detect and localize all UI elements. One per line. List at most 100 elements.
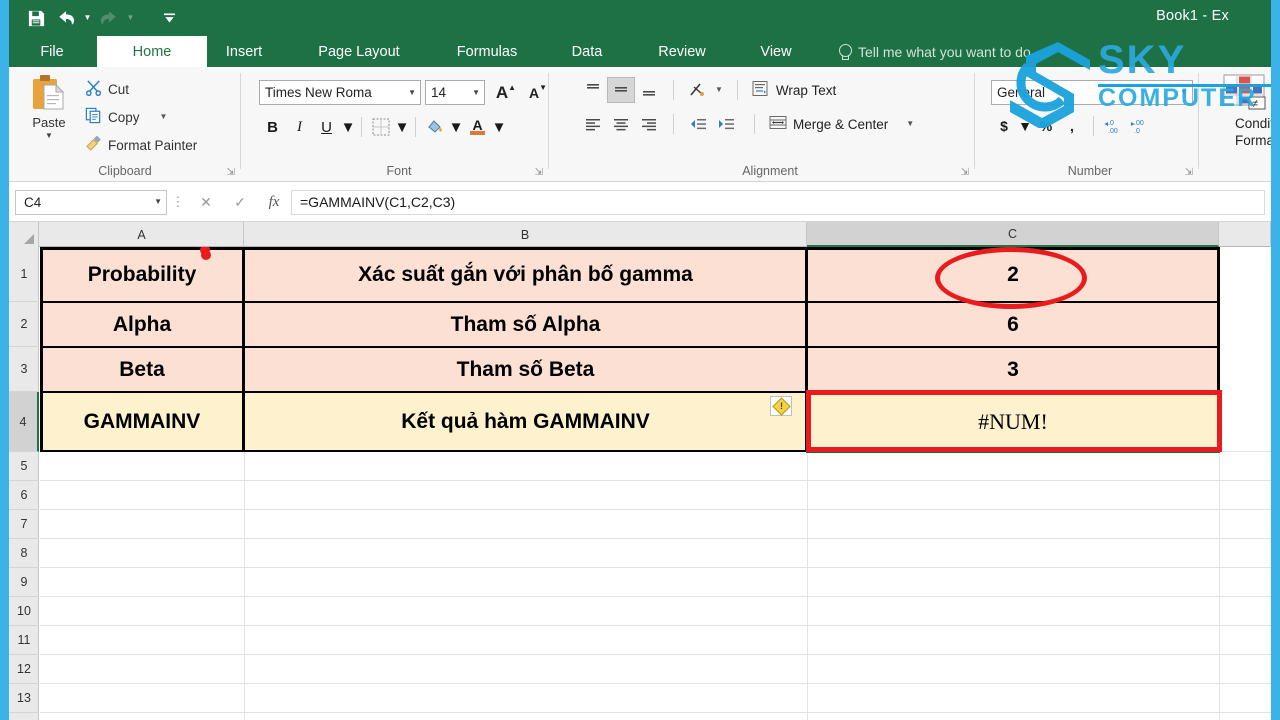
tab-review[interactable]: Review (635, 36, 729, 67)
tab-formulas[interactable]: Formulas (437, 36, 537, 67)
conditional-formatting-button[interactable]: Conditio Formatti (1235, 115, 1271, 149)
name-box-dropdown-icon[interactable]: ▼ (154, 198, 162, 206)
tell-me-box[interactable]: Tell me what you want to do... (838, 36, 1042, 67)
fill-color-dropdown-icon[interactable]: ▼ (448, 114, 464, 141)
column-header-a[interactable]: A (40, 222, 244, 247)
insert-function-icon[interactable]: fx (257, 189, 291, 215)
row-header-8[interactable]: 8 (9, 539, 39, 568)
error-indicator-icon[interactable]: ! (770, 396, 792, 416)
cell-grid[interactable]: Probability Xác suất gắn với phân bố gam… (40, 247, 1271, 720)
font-size-input[interactable]: 14 ▼ (425, 80, 485, 105)
cell-b2[interactable]: Tham số Alpha (244, 302, 807, 347)
row-header-6[interactable]: 6 (9, 481, 39, 510)
cell-a2[interactable]: Alpha (40, 302, 244, 347)
font-size-dropdown-icon[interactable]: ▼ (472, 88, 480, 97)
font-color-dropdown-icon[interactable]: ▼ (491, 114, 507, 141)
undo-icon[interactable] (51, 3, 81, 33)
underline-button[interactable]: U (313, 114, 340, 141)
tab-page-layout[interactable]: Page Layout (295, 36, 423, 67)
column-header-d[interactable] (1219, 222, 1271, 247)
font-name-input[interactable]: Times New Roma ▼ (259, 80, 421, 105)
cancel-formula-icon[interactable]: ✕ (189, 189, 223, 215)
accounting-dropdown-icon[interactable]: ▼ (1017, 113, 1033, 139)
align-top-button[interactable] (579, 77, 607, 103)
save-icon[interactable] (21, 3, 51, 33)
borders-button[interactable] (367, 114, 394, 141)
copy-dropdown-icon[interactable]: ▼ (160, 113, 168, 121)
font-color-button[interactable]: A (464, 114, 491, 141)
row-header-7[interactable]: 7 (9, 510, 39, 539)
cell-c1[interactable]: 2 (807, 247, 1219, 302)
row-header-3[interactable]: 3 (9, 347, 39, 392)
font-dialog-launcher[interactable]: ⇲ (535, 168, 543, 178)
increase-font-size-button[interactable]: A ▲ (493, 80, 519, 105)
wrap-text-button[interactable]: Wrap Text (752, 80, 836, 100)
copy-button[interactable]: Copy ▼ (85, 107, 167, 127)
row-header-9[interactable]: 9 (9, 568, 39, 597)
column-header-c[interactable]: C (807, 222, 1219, 247)
undo-dropdown-icon[interactable]: ▼ (81, 3, 94, 33)
row-header-5[interactable]: 5 (9, 452, 39, 481)
orientation-dropdown-icon[interactable]: ▼ (715, 86, 723, 94)
decrease-decimal-button[interactable]: .00 .0 (1128, 113, 1154, 139)
tab-home[interactable]: Home (97, 36, 207, 67)
row-header-13[interactable]: 13 (9, 684, 39, 713)
comma-style-button[interactable]: , (1059, 113, 1085, 139)
number-format-dropdown-icon[interactable]: ▼ (1180, 88, 1188, 97)
cell-c2[interactable]: 6 (807, 302, 1219, 347)
select-all-corner[interactable] (9, 222, 39, 247)
increase-indent-button[interactable] (712, 111, 740, 137)
merge-center-button[interactable]: Merge & Center ▼ (769, 114, 914, 134)
italic-button[interactable]: I (286, 114, 313, 141)
font-name-dropdown-icon[interactable]: ▼ (408, 88, 416, 97)
fill-color-button[interactable] (421, 114, 448, 141)
cell-a4[interactable]: GAMMAINV (40, 392, 244, 452)
accounting-format-button[interactable]: $ (991, 113, 1017, 139)
cell-b1[interactable]: Xác suất gắn với phân bố gamma (244, 247, 807, 302)
bold-button[interactable]: B (259, 114, 286, 141)
formula-bar-handle[interactable]: ⋮ (167, 194, 189, 210)
format-painter-button[interactable]: Format Painter (85, 135, 197, 155)
tab-view[interactable]: View (745, 36, 807, 67)
cell-b3[interactable]: Tham số Beta (244, 347, 807, 392)
row-header-1[interactable]: 1 (9, 247, 39, 302)
align-left-button[interactable] (579, 111, 607, 137)
row-header-4[interactable]: 4 (9, 392, 39, 452)
tab-file[interactable]: File (23, 36, 81, 67)
enter-formula-icon[interactable]: ✓ (223, 189, 257, 215)
name-box[interactable]: C4 ▼ (15, 189, 167, 215)
underline-dropdown-icon[interactable]: ▼ (340, 114, 356, 141)
number-dialog-launcher[interactable]: ⇲ (1185, 168, 1193, 178)
align-bottom-button[interactable] (635, 77, 663, 103)
align-middle-button[interactable] (607, 77, 635, 103)
align-center-button[interactable] (607, 111, 635, 137)
redo-dropdown-icon[interactable]: ▼ (124, 3, 137, 33)
cell-b4[interactable]: Kết quả hàm GAMMAINV (244, 392, 807, 452)
increase-decimal-button[interactable]: .0 .00 (1102, 113, 1128, 139)
alignment-dialog-launcher[interactable]: ⇲ (961, 168, 969, 178)
percent-style-button[interactable]: % (1033, 113, 1059, 139)
row-header-2[interactable]: 2 (9, 302, 39, 347)
formula-input[interactable]: =GAMMAINV(C1,C2,C3) (291, 189, 1265, 215)
cell-a3[interactable]: Beta (40, 347, 244, 392)
align-right-button[interactable] (635, 111, 663, 137)
number-format-select[interactable]: General ▼ (991, 80, 1193, 105)
orientation-button[interactable] (684, 77, 712, 103)
row-header-10[interactable]: 10 (9, 597, 39, 626)
paste-dropdown-icon[interactable]: ▼ (45, 132, 53, 140)
cut-button[interactable]: Cut (85, 79, 129, 99)
paste-button[interactable]: Paste ▼ (19, 73, 79, 157)
redo-icon[interactable] (94, 3, 124, 33)
cell-a1[interactable]: Probability (40, 247, 244, 302)
cell-c4[interactable]: #NUM! (807, 392, 1219, 452)
decrease-indent-button[interactable] (684, 111, 712, 137)
tab-insert[interactable]: Insert (207, 36, 281, 67)
row-header-12[interactable]: 12 (9, 655, 39, 684)
merge-center-dropdown-icon[interactable]: ▼ (906, 120, 914, 128)
customize-qat-icon[interactable] (163, 3, 176, 33)
column-header-b[interactable]: B (244, 222, 807, 247)
cell-c3[interactable]: 3 (807, 347, 1219, 392)
borders-dropdown-icon[interactable]: ▼ (394, 114, 410, 141)
clipboard-dialog-launcher[interactable]: ⇲ (227, 168, 235, 178)
row-header-11[interactable]: 11 (9, 626, 39, 655)
